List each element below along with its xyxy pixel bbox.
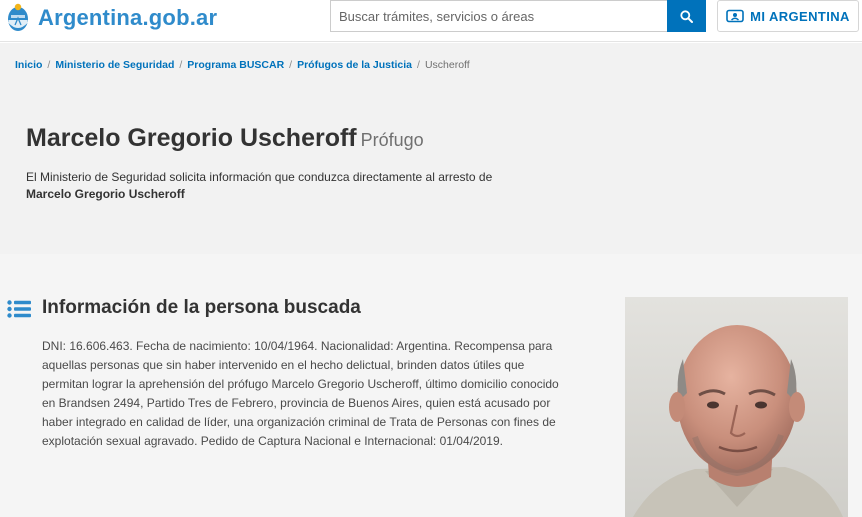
main-content: Información de la persona buscada DNI: 1… (0, 254, 862, 517)
lead-text: El Ministerio de Seguridad solicita info… (26, 170, 493, 184)
page-title-name: Marcelo Gregorio Uscheroff (26, 124, 357, 152)
id-card-icon (726, 9, 744, 23)
page-title: Marcelo Gregorio Uscheroff Prófugo (26, 124, 424, 153)
breadcrumb-separator: / (179, 59, 183, 71)
list-icon (7, 300, 31, 318)
page-hero: Inicio / Ministerio de Seguridad / Progr… (0, 43, 862, 254)
site-logo-text: Argentina.gob.ar (38, 5, 218, 30)
breadcrumb-programa-buscar[interactable]: Programa BUSCAR (187, 59, 284, 71)
section-title: Información de la persona buscada (42, 297, 361, 318)
lead-paragraph: El Ministerio de Seguridad solicita info… (26, 169, 526, 203)
search-button[interactable] (667, 0, 706, 32)
breadcrumb-separator: / (417, 59, 420, 71)
person-photo (625, 297, 848, 517)
breadcrumb-profugos-de-la-justicia[interactable]: Prófugos de la Justicia (297, 59, 412, 71)
breadcrumb-separator: / (289, 59, 293, 71)
person-info-text: DNI: 16.606.463. Fecha de nacimiento: 10… (42, 339, 559, 448)
site-header: Argentina.gob.ar MI ARGENTINA (0, 0, 862, 42)
lead-person-name: Marcelo Gregorio Uscheroff (26, 187, 185, 201)
breadcrumb: Inicio / Ministerio de Seguridad / Progr… (15, 59, 470, 71)
breadcrumb-current: Uscheroff (424, 59, 470, 71)
site-logo-link[interactable]: Argentina.gob.ar (6, 3, 217, 33)
breadcrumb-ministerio-de-seguridad[interactable]: Ministerio de Seguridad (55, 59, 174, 71)
search-input[interactable] (330, 0, 668, 32)
mi-argentina-label: MI ARGENTINA (750, 8, 850, 24)
status-label: Prófugo (360, 130, 424, 150)
person-photo-image (625, 297, 848, 517)
breadcrumb-inicio[interactable]: Inicio (15, 59, 42, 71)
breadcrumb-separator: / (47, 59, 51, 71)
search-bar (330, 0, 706, 32)
search-icon (680, 9, 694, 23)
argentina-shield-icon (8, 3, 28, 31)
mi-argentina-button[interactable]: MI ARGENTINA (717, 0, 859, 32)
